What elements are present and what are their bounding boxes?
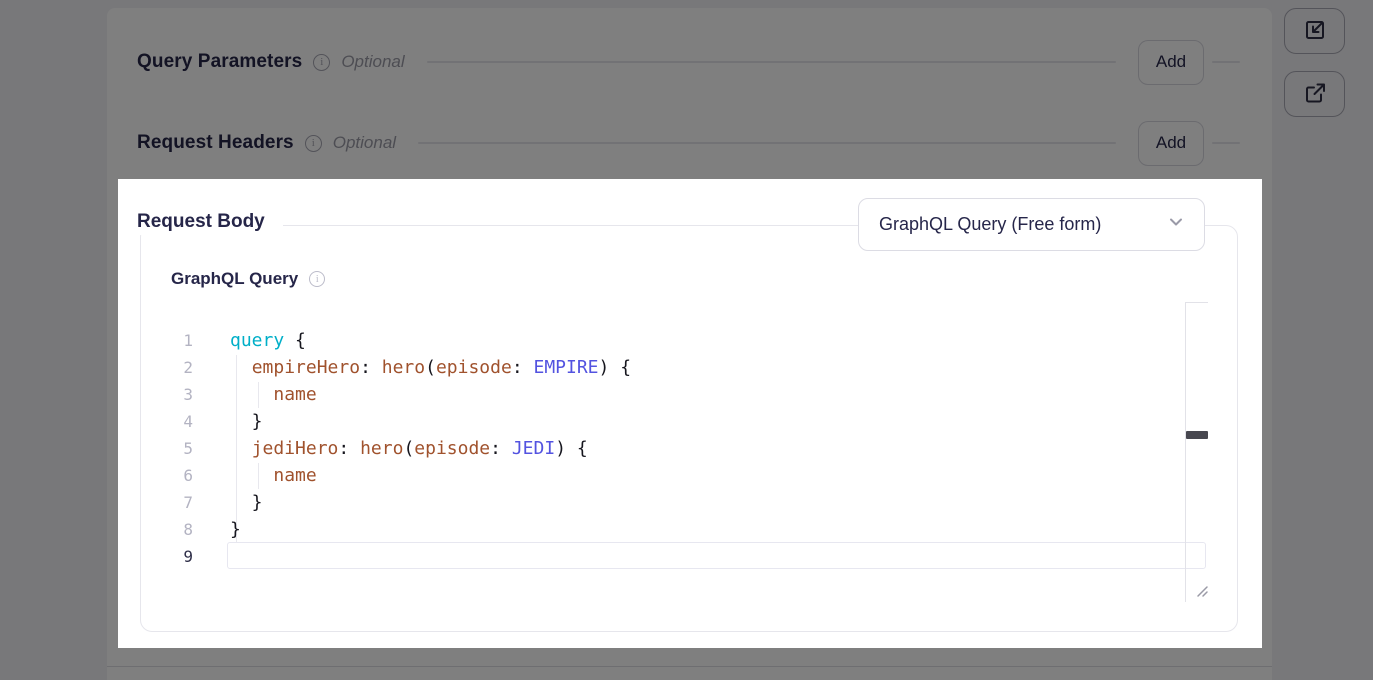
divider-line: [418, 142, 1116, 144]
query-parameters-section: Query Parameters i Optional Add: [137, 38, 1240, 86]
code-line: 1 query {: [141, 327, 1221, 354]
line-number: 2: [141, 354, 193, 381]
info-icon[interactable]: i: [305, 135, 322, 152]
request-body-title-wrap: Request Body: [137, 208, 283, 235]
request-body-title: Request Body: [137, 211, 265, 233]
optional-label: Optional: [333, 133, 396, 153]
line-number: 5: [141, 435, 193, 462]
info-icon[interactable]: i: [309, 271, 325, 287]
collapse-panel-button[interactable]: [1284, 8, 1345, 54]
request-headers-title: Request Headers: [137, 132, 294, 154]
chevron-down-icon: [1168, 214, 1184, 235]
code-line: 3 name: [141, 381, 1221, 408]
editor-scrollbar-tick: [1185, 302, 1208, 303]
line-number: 8: [141, 516, 193, 543]
line-number: 1: [141, 327, 193, 354]
code-text: empireHero: hero(episode: EMPIRE) {: [230, 354, 631, 381]
external-link-icon: [1303, 81, 1327, 108]
code-text: query {: [230, 327, 306, 354]
line-number: 4: [141, 408, 193, 435]
code-line: 6 name: [141, 462, 1221, 489]
code-line: 4 }: [141, 408, 1221, 435]
add-query-parameter-button[interactable]: Add: [1138, 40, 1204, 85]
divider-line-stub: [1212, 61, 1240, 63]
code-text: }: [230, 516, 241, 543]
collapse-panel-icon: [1303, 18, 1327, 45]
editor-scrollbar-track: [1185, 302, 1186, 602]
code-text: name: [230, 462, 317, 489]
divider-line-stub: [1212, 142, 1240, 144]
code-line: 5 jediHero: hero(episode: JEDI) {: [141, 435, 1221, 462]
line-number: 7: [141, 489, 193, 516]
page: Query Parameters i Optional Add Request …: [0, 0, 1373, 680]
body-type-select-value: GraphQL Query (Free form): [879, 214, 1168, 235]
line-number: 3: [141, 381, 193, 408]
graphql-query-label-row: GraphQL Query i: [171, 269, 325, 289]
request-body-section: Request Body GraphQL Query (Free form) G…: [118, 179, 1262, 648]
code-line: 7 }: [141, 489, 1221, 516]
add-request-header-button[interactable]: Add: [1138, 121, 1204, 166]
line-number: 6: [141, 462, 193, 489]
code-line: 9: [141, 543, 1221, 570]
code-text: }: [230, 408, 263, 435]
open-external-button[interactable]: [1284, 71, 1345, 117]
optional-label: Optional: [341, 52, 404, 72]
line-number: 9: [141, 543, 193, 570]
code-text: jediHero: hero(episode: JEDI) {: [230, 435, 588, 462]
divider-line: [427, 61, 1116, 63]
info-icon[interactable]: i: [313, 54, 330, 71]
code-text: name: [230, 381, 317, 408]
code-line: 8}: [141, 516, 1221, 543]
editor-resize-grip[interactable]: [1194, 583, 1210, 604]
request-headers-section: Request Headers i Optional Add: [137, 119, 1240, 167]
card-divider: [107, 666, 1272, 667]
graphql-code-editor[interactable]: 1query {2 empireHero: hero(episode: EMPI…: [141, 327, 1221, 570]
code-text: }: [230, 489, 263, 516]
graphql-query-label: GraphQL Query: [171, 269, 298, 289]
editor-scrollbar-thumb[interactable]: [1186, 431, 1208, 439]
code-line: 2 empireHero: hero(episode: EMPIRE) {: [141, 354, 1221, 381]
body-type-select[interactable]: GraphQL Query (Free form): [858, 198, 1205, 251]
query-parameters-title: Query Parameters: [137, 51, 302, 73]
